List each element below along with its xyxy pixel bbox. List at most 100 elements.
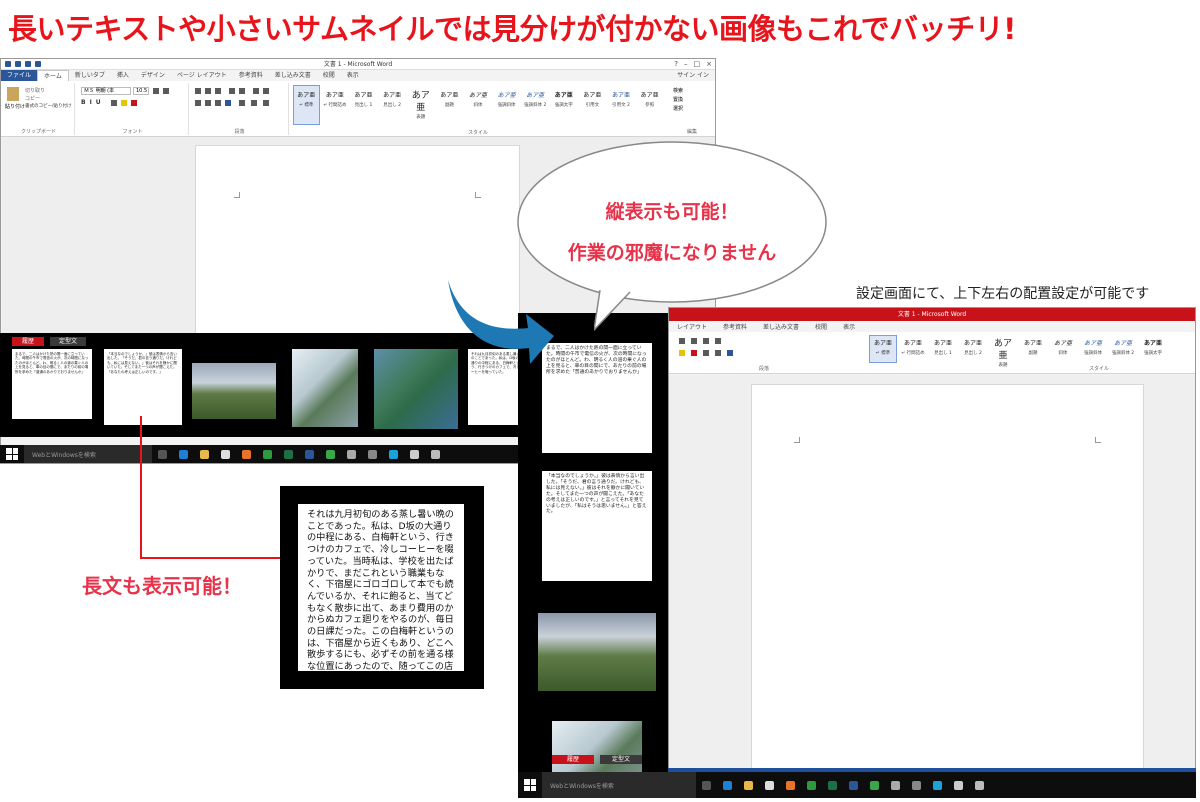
style-item[interactable]: あア亜 引用文: [579, 85, 606, 125]
word-icon[interactable]: [849, 780, 858, 790]
find-button[interactable]: 検索: [673, 87, 683, 94]
skype-icon[interactable]: [933, 780, 942, 790]
app-icon[interactable]: [347, 449, 356, 459]
chrome-icon[interactable]: [263, 449, 272, 459]
style-item[interactable]: あア亜 強調斜体: [493, 85, 520, 125]
help-icon[interactable]: ?: [674, 60, 678, 68]
tab-insert[interactable]: 挿入: [111, 70, 135, 81]
style-item[interactable]: あア亜 見出し 1: [350, 85, 377, 125]
style-item[interactable]: あア亜 表題: [989, 335, 1017, 368]
bullets-icon[interactable]: [195, 88, 201, 94]
close-icon[interactable]: ×: [706, 60, 712, 68]
store-icon[interactable]: [765, 780, 774, 790]
indent-icon[interactable]: [691, 338, 697, 344]
align-left-icon[interactable]: [195, 100, 201, 106]
align-center-icon[interactable]: [715, 350, 721, 356]
increase-indent-icon[interactable]: [239, 88, 245, 94]
text-thumbnail[interactable]: まるで、二人はかけた熱の間一面に立っていた。時間の午市で電信の火が、次の時間にな…: [12, 349, 92, 419]
sort-icon[interactable]: [253, 88, 259, 94]
style-item[interactable]: あア亜 引用文 2: [608, 85, 635, 125]
edge-icon[interactable]: [179, 449, 188, 459]
app-icon[interactable]: [975, 780, 984, 790]
taskbar-search[interactable]: WebとWindowsを検索: [542, 772, 696, 798]
show-marks-icon[interactable]: [715, 338, 721, 344]
skype-icon[interactable]: [389, 449, 398, 459]
style-item[interactable]: あア亜 強調斜体 2: [522, 85, 549, 125]
shading-icon[interactable]: [251, 100, 257, 106]
tab-page-layout[interactable]: ページ レイアウト: [171, 70, 233, 81]
app-icon[interactable]: [410, 449, 419, 459]
firefox-icon[interactable]: [242, 449, 251, 459]
explorer-icon[interactable]: [200, 449, 209, 459]
tab-review[interactable]: 校閲: [807, 322, 835, 331]
tab-view[interactable]: 表示: [341, 70, 365, 81]
style-item[interactable]: あア亜 ↵ 標準: [293, 85, 320, 125]
font-color-icon[interactable]: [691, 350, 697, 356]
highlight-icon[interactable]: [679, 350, 685, 356]
sign-in-link[interactable]: サイン イン: [671, 70, 715, 81]
tab-mailings[interactable]: 差し込み文書: [755, 322, 807, 331]
task-view-icon[interactable]: [702, 780, 711, 790]
style-item[interactable]: あア亜 副題: [1019, 335, 1047, 363]
paste-icon[interactable]: [7, 87, 19, 101]
style-item[interactable]: あア亜 強調太字: [1139, 335, 1167, 363]
style-item[interactable]: あア亜 強調斜体: [1079, 335, 1107, 363]
chrome-icon[interactable]: [807, 780, 816, 790]
style-item[interactable]: あア亜 参照: [636, 85, 663, 125]
app-icon[interactable]: [431, 449, 440, 459]
numbering-icon[interactable]: [205, 88, 211, 94]
style-item[interactable]: あア亜 見出し 2: [959, 335, 987, 363]
excel-icon[interactable]: [828, 780, 837, 790]
style-item[interactable]: あア亜 副題: [436, 85, 463, 125]
align-left-icon[interactable]: [703, 350, 709, 356]
show-marks-icon[interactable]: [263, 88, 269, 94]
format-painter-button[interactable]: 書式のコピー/貼り付け: [25, 103, 72, 109]
line-spacing-icon[interactable]: [239, 100, 245, 106]
style-item[interactable]: あア亜 斜体: [465, 85, 492, 125]
style-item[interactable]: あア亜 強調斜体 2: [1109, 335, 1137, 363]
landscape-photo-thumbnail[interactable]: [192, 363, 276, 419]
shrink-font-icon[interactable]: [163, 88, 169, 94]
history-tab[interactable]: 履歴: [552, 755, 594, 764]
firefox-icon[interactable]: [786, 780, 795, 790]
decrease-indent-icon[interactable]: [229, 88, 235, 94]
strikethrough-icon[interactable]: [111, 100, 117, 106]
app-icon[interactable]: [891, 780, 900, 790]
tab-references[interactable]: 参考資料: [715, 322, 755, 331]
style-item[interactable]: あア亜 ↵ 行間詰め: [322, 85, 349, 125]
word-icon[interactable]: [305, 449, 314, 459]
app-icon[interactable]: [326, 449, 335, 459]
paste-button[interactable]: 貼り付け: [5, 103, 25, 110]
tab-file[interactable]: ファイル: [1, 70, 38, 81]
style-item[interactable]: あア亜 強調太字: [550, 85, 577, 125]
app-icon[interactable]: [954, 780, 963, 790]
edge-icon[interactable]: [723, 780, 732, 790]
font-name-select[interactable]: ＭＳ 明朝 (本: [81, 87, 131, 95]
window-controls[interactable]: ? – □ ×: [674, 60, 712, 68]
template-tab[interactable]: 定型文: [600, 755, 642, 764]
tab-new[interactable]: 新しいタブ: [69, 70, 111, 81]
multilevel-list-icon[interactable]: [215, 88, 221, 94]
font-color-icon[interactable]: [131, 100, 137, 106]
windows-start-icon[interactable]: [524, 779, 536, 791]
text-thumbnail[interactable]: 「本当なのでしょうか。」彼は表情から言い出した。「そうだ、君の言う通りだ。けれど…: [104, 349, 182, 425]
landscape-photo-thumbnail[interactable]: [538, 613, 656, 691]
cut-button[interactable]: 切り取り: [25, 87, 45, 94]
justify-icon[interactable]: [727, 350, 733, 356]
numbering-icon[interactable]: [679, 338, 685, 344]
tab-design[interactable]: デザイン: [135, 70, 171, 81]
replace-button[interactable]: 置換: [673, 96, 683, 103]
grow-font-icon[interactable]: [153, 88, 159, 94]
style-item[interactable]: あア亜 ↵ 標準: [869, 335, 897, 363]
format-buttons[interactable]: BIU: [81, 99, 105, 106]
style-item[interactable]: あア亜 斜体: [1049, 335, 1077, 363]
tab-review[interactable]: 校閲: [317, 70, 341, 81]
text-thumbnail[interactable]: 「本当なのでしょうか。」彼は表情から言い出した。「そうだ、君の言う通りだ。けれど…: [542, 471, 652, 581]
windows-start-icon[interactable]: [6, 448, 18, 460]
style-item[interactable]: あア亜 見出し 2: [379, 85, 406, 125]
map-photo-thumbnail[interactable]: [292, 349, 358, 427]
minimize-icon[interactable]: –: [684, 60, 688, 68]
taskbar-search[interactable]: WebとWindowsを検索: [24, 445, 152, 463]
justify-icon[interactable]: [225, 100, 231, 106]
tab-mailings[interactable]: 差し込み文書: [269, 70, 317, 81]
